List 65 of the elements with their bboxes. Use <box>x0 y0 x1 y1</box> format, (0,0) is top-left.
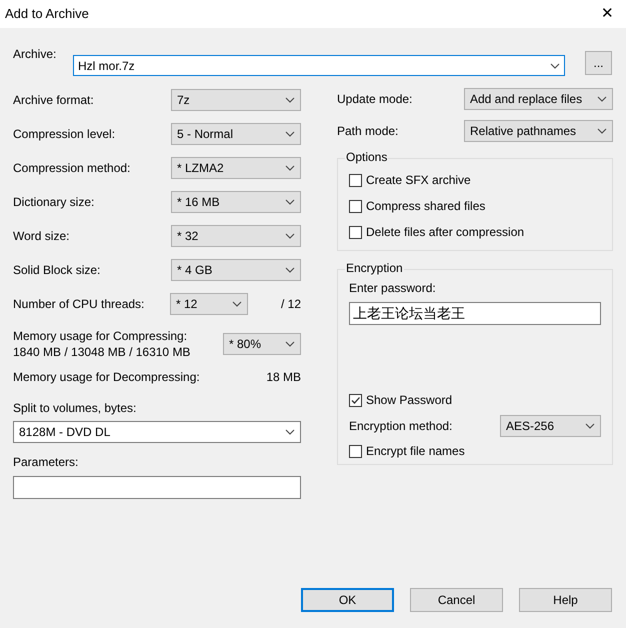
field-label: Archive: <box>13 46 58 63</box>
checkbox[interactable] <box>349 394 362 406</box>
field-label: Path mode: <box>337 123 398 140</box>
checkbox-label: Compress shared files <box>366 198 486 215</box>
memory-value: 18 MB <box>266 369 301 386</box>
chevron-down-icon <box>285 165 295 171</box>
field-label: Memory usage for Compressing: <box>13 328 188 344</box>
checkbox[interactable] <box>349 226 362 238</box>
field-label: Split to volumes, bytes: <box>13 400 138 417</box>
checkbox[interactable] <box>349 444 362 458</box>
parameters-field[interactable] <box>13 476 301 499</box>
field-label: Compression method: <box>13 160 130 177</box>
chevron-down-icon <box>285 97 295 103</box>
field-label: Dictionary size: <box>13 194 94 211</box>
checkbox[interactable] <box>349 174 362 186</box>
checkbox[interactable] <box>349 200 362 212</box>
dropdown[interactable]: * 32 <box>171 225 301 247</box>
field-label: Word size: <box>13 228 70 245</box>
group-title: Encryption <box>345 262 404 275</box>
dropdown[interactable]: * LZMA2 <box>171 157 301 179</box>
dropdown[interactable]: 5 - Normal <box>171 123 301 145</box>
checkbox-label: Delete files after compression <box>366 224 524 241</box>
dropdown[interactable]: AES-256 <box>500 414 601 437</box>
memory-usage: 1840 MB / 13048 MB / 16310 MB <box>13 344 190 360</box>
field-label: Encryption method: <box>349 418 452 435</box>
field-label: Memory usage for Decompressing: <box>13 369 200 386</box>
dropdown[interactable]: * 80% <box>223 333 301 355</box>
field-label: Parameters: <box>13 454 80 471</box>
field-label: Solid Block size: <box>13 262 100 279</box>
dropdown[interactable]: 8128M - DVD DL <box>13 421 301 443</box>
checkbox-label: Create SFX archive <box>366 172 471 189</box>
field-label: Number of CPU threads: <box>13 296 146 313</box>
close-button[interactable]: ✕ <box>599 2 616 26</box>
dialog-button[interactable]: Help <box>519 588 612 612</box>
checkbox-label: Encrypt file names <box>366 443 465 460</box>
chevron-down-icon <box>285 131 295 137</box>
checkbox-label: Show Password <box>366 392 452 409</box>
dropdown[interactable]: Relative pathnames <box>464 120 613 142</box>
chevron-down-icon <box>285 233 295 239</box>
dialog-button[interactable]: Cancel <box>410 588 503 612</box>
archive-field[interactable]: Hzl mor.7z <box>73 55 565 76</box>
chevron-down-icon <box>285 267 295 273</box>
field-label: Enter password: <box>349 280 437 297</box>
dropdown[interactable]: Add and replace files <box>464 88 613 110</box>
password-field[interactable]: 上老王论坛当老王 <box>349 302 601 325</box>
chevron-down-icon <box>285 341 295 347</box>
dropdown[interactable]: 7z <box>171 89 301 111</box>
dialog-button[interactable]: OK <box>301 588 394 612</box>
thread-count: / 12 <box>280 296 301 313</box>
field-label: Compression level: <box>13 126 116 143</box>
field-label: Update mode: <box>337 91 412 108</box>
chevron-down-icon <box>285 199 295 205</box>
chevron-down-icon <box>550 62 560 68</box>
field-label: Archive format: <box>13 92 94 109</box>
chevron-down-icon <box>585 422 595 429</box>
group-title: Options <box>345 151 388 164</box>
dropdown[interactable]: * 4 GB <box>171 259 301 281</box>
window-title: Add to Archive <box>5 5 89 24</box>
dropdown[interactable]: * 12 <box>170 293 248 315</box>
dropdown[interactable]: * 16 MB <box>171 191 301 213</box>
chevron-down-icon <box>285 429 295 435</box>
browse-button[interactable]: ... <box>585 51 612 75</box>
chevron-down-icon <box>597 96 607 102</box>
chevron-down-icon <box>597 128 607 134</box>
chevron-down-icon <box>232 301 242 307</box>
